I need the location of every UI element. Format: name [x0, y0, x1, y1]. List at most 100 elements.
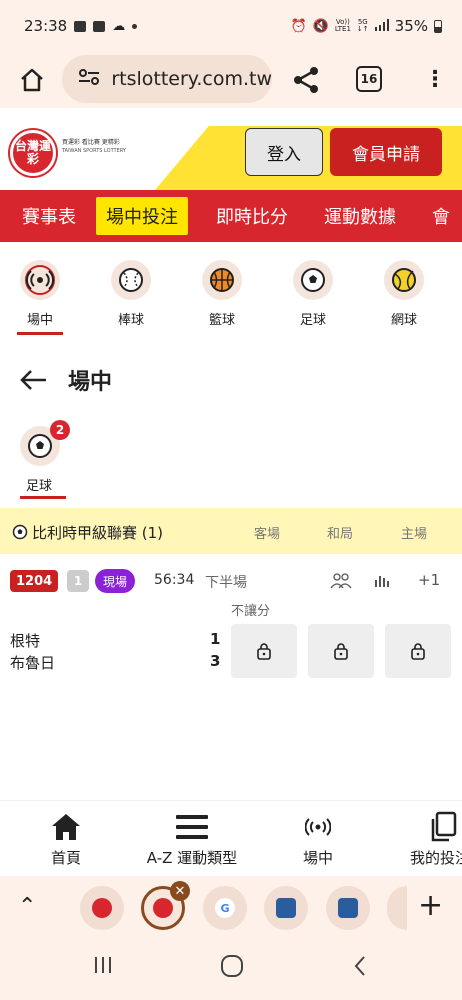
lock-icon — [334, 643, 348, 660]
home-icon[interactable] — [18, 66, 46, 94]
bottom-nav-home[interactable]: 首頁 — [30, 811, 102, 868]
sub-sport-label: 足球 — [26, 479, 53, 494]
league-name: 比利時甲級聯賽 (1) — [32, 524, 164, 542]
tab-switcher-button[interactable]: 16 — [356, 66, 382, 92]
browser-toolbar: rtslottery.com.tw 16 ⋮ — [0, 52, 462, 108]
recent-apps-icon[interactable] — [92, 954, 114, 982]
browser-tab-4[interactable] — [264, 886, 308, 930]
lock-icon — [411, 643, 425, 660]
sport-tab-live[interactable]: 場中 — [10, 260, 70, 335]
baseball-icon — [111, 260, 151, 300]
match-code-badge: 1204 — [10, 570, 59, 592]
more-markets-link[interactable]: +1 — [418, 571, 440, 589]
register-button[interactable]: 會員申請 — [330, 128, 442, 176]
stats-icon[interactable] — [374, 572, 390, 590]
browser-tab-active[interactable]: ✕ — [141, 881, 190, 930]
alarm-icon: ⏰ — [290, 18, 307, 34]
volte-indicator: Vo)) LTE1 — [334, 18, 351, 33]
page-title: 場中 — [68, 370, 113, 395]
sports-lottery-favicon — [92, 898, 112, 918]
col-header-away: 客場 — [254, 527, 281, 542]
team-name-away: 根特 — [10, 632, 41, 650]
active-tab-indicator — [20, 496, 66, 499]
logo-label: 台灣運彩 — [14, 139, 51, 166]
score-away: 1 — [210, 630, 221, 648]
league-header[interactable]: 比利時甲級聯賽 (1) 客場 和局 主場 — [0, 508, 462, 554]
odds-button-draw[interactable] — [308, 624, 374, 678]
sport-tab-label: 棒球 — [117, 313, 144, 328]
cloud-notification-icon: ☁ — [112, 18, 126, 34]
nav-live-betting[interactable]: 場中投注 — [96, 197, 188, 235]
gallery-notification-icon — [74, 20, 87, 32]
nav-live-scores[interactable]: 即時比分 — [214, 203, 290, 229]
network-gen-indicator: 5G ↓↑ — [356, 18, 369, 33]
nav-sports-data[interactable]: 運動數據 — [322, 203, 398, 229]
match-number-badge: 1 — [67, 570, 89, 592]
home-icon — [30, 811, 102, 843]
col-header-home: 主場 — [401, 527, 428, 542]
odds-button-away[interactable] — [231, 624, 297, 678]
live-badge: 現場 — [95, 569, 136, 593]
sport-tab-basketball[interactable]: 籃球 — [192, 260, 252, 328]
match-period: 下半場 — [205, 575, 247, 591]
site-logo[interactable]: 台灣運彩 — [10, 130, 56, 176]
back-nav-icon[interactable] — [352, 954, 368, 984]
soccer-ball-icon: 2 — [20, 420, 70, 466]
back-arrow-icon[interactable] — [18, 364, 50, 396]
header-decor-white — [160, 108, 462, 122]
sport-tab-tennis[interactable]: 網球 — [374, 260, 434, 328]
bottom-nav-live[interactable]: 場中 — [282, 811, 354, 868]
sport-tab-baseball[interactable]: 棒球 — [101, 260, 161, 328]
more-notifications-icon — [132, 23, 138, 29]
bottom-nav: 首頁 A-Z 運動類型 場中 我的投注 — [0, 800, 462, 876]
sub-sport-tab-soccer[interactable]: 2 足球 — [10, 420, 74, 499]
status-bar: 23:38 ☁ ⏰ 🔇 Vo)) LTE1 5G ↓↑ 35% — [0, 0, 462, 52]
copy-icon — [404, 811, 462, 843]
sport-tab-soccer[interactable]: 足球 — [283, 260, 343, 328]
browser-tab-6[interactable] — [387, 886, 407, 930]
logo-slogan: 買運彩 看比賽 更精彩 TAIWAN SPORTS LOTTERY — [62, 138, 126, 156]
signal-icon — [374, 17, 389, 35]
browser-tab-1[interactable] — [80, 886, 124, 930]
sports-lottery-favicon — [153, 898, 173, 918]
app-favicon — [338, 898, 358, 918]
bottom-nav-label: 場中 — [302, 849, 333, 867]
overflow-menu-icon[interactable]: ⋮ — [424, 66, 446, 94]
login-button[interactable]: 登入 — [245, 128, 323, 176]
bottom-nav-my-bets[interactable]: 我的投注 — [404, 811, 462, 868]
nav-member[interactable]: 會 — [430, 203, 452, 229]
bottom-nav-az-sports[interactable]: A-Z 運動類型 — [132, 811, 252, 868]
active-tab-indicator — [17, 332, 63, 335]
odds-button-home[interactable] — [385, 624, 451, 678]
mute-icon: 🔇 — [312, 18, 329, 34]
battery-icon — [434, 19, 442, 33]
nav-schedule[interactable]: 賽事表 — [20, 203, 78, 229]
site-settings-icon[interactable] — [78, 69, 103, 89]
home-nav-icon[interactable] — [220, 954, 244, 984]
lineup-icon[interactable] — [330, 572, 352, 590]
app-favicon — [276, 898, 296, 918]
bottom-nav-label: 我的投注 — [410, 849, 462, 867]
status-time: 23:38 — [24, 17, 68, 35]
match-clock: 56:34 — [154, 572, 195, 588]
market-label: 不讓分 — [231, 604, 271, 619]
team-name-home: 布魯日 — [10, 654, 56, 672]
sport-tab-label: 籃球 — [208, 313, 235, 328]
new-tab-icon[interactable]: + — [418, 888, 443, 923]
sport-tab-label: 網球 — [390, 313, 417, 328]
calendar-notification-icon — [93, 20, 106, 32]
sport-tabs: 場中 棒球 籃球 足球 網球 — [0, 242, 462, 342]
main-nav: 賽事表 場中投注 即時比分 運動數據 會 — [0, 190, 462, 242]
page-title-row: 場中 — [0, 342, 462, 416]
browser-tab-3[interactable]: G — [203, 886, 247, 930]
basketball-icon — [202, 260, 242, 300]
lock-icon — [257, 643, 271, 660]
close-tab-icon[interactable]: ✕ — [170, 881, 190, 901]
share-icon[interactable] — [290, 64, 322, 96]
browser-tab-strip: ⌃ ✕ G + — [0, 876, 462, 940]
sport-tab-label: 場中 — [26, 313, 53, 328]
url-field[interactable]: rtslottery.com.tw — [62, 55, 272, 103]
slogan-sub: TAIWAN SPORTS LOTTERY — [62, 148, 126, 154]
browser-tab-5[interactable] — [326, 886, 370, 930]
chevron-up-icon[interactable]: ⌃ — [18, 894, 36, 919]
